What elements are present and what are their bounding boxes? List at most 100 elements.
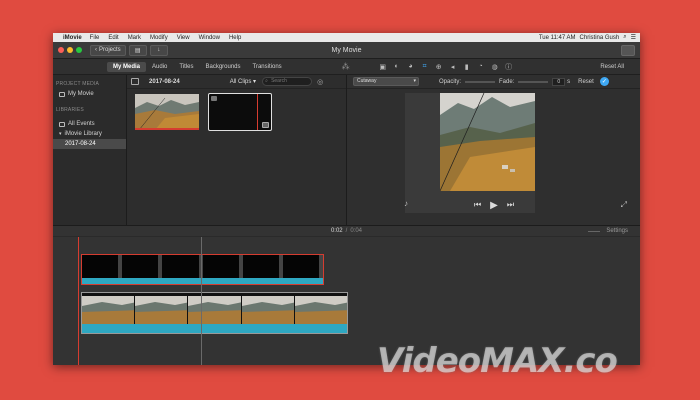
clip-frame: [162, 255, 203, 279]
zoom-window-button[interactable]: [76, 47, 82, 53]
color-correction-icon[interactable]: ◕: [406, 62, 416, 72]
menu-help[interactable]: Help: [229, 35, 241, 41]
menu-view[interactable]: View: [177, 35, 190, 41]
search-icon: ⌕: [265, 78, 268, 84]
chevron-down-icon: ▾: [253, 79, 257, 85]
close-window-button[interactable]: [58, 47, 64, 53]
apply-checkmark-icon[interactable]: ✓: [599, 77, 609, 86]
skip-back-icon[interactable]: ⏮: [474, 200, 481, 210]
sidebar-item-imovie-library[interactable]: ▾ iMovie Library: [53, 129, 126, 139]
play-icon[interactable]: ▶: [490, 200, 498, 211]
menu-window[interactable]: Window: [199, 35, 220, 41]
opacity-slider[interactable]: [465, 80, 496, 83]
tab-audio[interactable]: Audio: [146, 62, 173, 72]
fade-slider[interactable]: [518, 80, 549, 83]
clip-frame: [82, 255, 123, 279]
spotlight-icon[interactable]: ⌕: [623, 34, 626, 41]
overlay-mode-select[interactable]: Cutaway: [353, 77, 419, 86]
search-input[interactable]: ⌕ Search: [262, 77, 313, 86]
menubar-status: Tue 11:47 AM Christina Gush ⌕ ☰: [539, 34, 636, 41]
speed-icon[interactable]: ◔: [476, 62, 486, 72]
libraries-sidebar: PROJECT MEDIA My Movie LIBRARIES All Eve…: [53, 75, 127, 225]
film-icon: [59, 91, 65, 97]
sidebar-item-label: All Events: [68, 121, 95, 127]
download-arrow-icon: ↓: [157, 47, 161, 53]
menu-file[interactable]: File: [90, 35, 100, 41]
timeline-playhead[interactable]: [78, 237, 79, 365]
tab-my-media[interactable]: My Media: [107, 61, 147, 72]
minimize-window-button[interactable]: [67, 47, 73, 53]
video-overlay-icon[interactable]: ▣: [378, 62, 388, 72]
tab-transitions[interactable]: Transitions: [247, 62, 288, 72]
reset-all-button[interactable]: Reset All: [600, 64, 624, 70]
magic-wand-icon[interactable]: ⁂: [342, 62, 350, 71]
tab-backgrounds[interactable]: Backgrounds: [200, 62, 247, 72]
clip-filter-dropdown[interactable]: All Clips ▾: [230, 78, 256, 85]
clip-corner-icon: [262, 122, 269, 128]
sidebar-item-label: 2017-08-24: [65, 141, 96, 147]
landscape-thumbnail: [135, 94, 199, 128]
media-view-button[interactable]: ▤: [128, 44, 147, 56]
volume-icon[interactable]: ◂: [448, 62, 458, 72]
browser-tabs: My Media Audio Titles Backgrounds Transi…: [107, 61, 288, 72]
opacity-label: Opacity:: [439, 78, 462, 85]
sidebar-item-label: iMovie Library: [64, 131, 102, 137]
menu-app-name[interactable]: iMovie: [63, 35, 82, 41]
menubar-user[interactable]: Christina Gush: [580, 35, 620, 41]
fade-label: Fade:: [499, 78, 515, 85]
share-button[interactable]: [621, 44, 635, 56]
clip-filter-icon[interactable]: ◍: [490, 62, 500, 72]
fade-value-field[interactable]: 0: [552, 77, 566, 86]
imovie-window: iMovie File Edit Mark Modify View Window…: [53, 33, 640, 365]
reset-button[interactable]: Reset: [578, 79, 594, 85]
disclosure-triangle-icon[interactable]: ▾: [59, 131, 62, 137]
timeline-duration: 0:04: [350, 228, 363, 234]
clip-filter-label: All Clips: [229, 79, 252, 85]
menu-edit[interactable]: Edit: [108, 35, 118, 41]
projects-button[interactable]: ‹ Projects: [90, 44, 126, 56]
notification-list-icon[interactable]: ☰: [631, 34, 636, 41]
menu-mark[interactable]: Mark: [128, 35, 141, 41]
menu-modify[interactable]: Modify: [150, 35, 168, 41]
media-browser: 2017-08-24 All Clips ▾ ⌕ Search ◎: [127, 75, 346, 225]
main-clip-frames: [82, 296, 347, 324]
toolbar: My Media Audio Titles Backgrounds Transi…: [53, 59, 640, 75]
main-audio-waveform: [82, 324, 347, 333]
tab-titles[interactable]: Titles: [173, 62, 199, 72]
media-clip-landscape[interactable]: [135, 94, 199, 130]
media-clip-black[interactable]: [208, 93, 272, 131]
viewer-panel: Cutaway Opacity: Fade: 0 s Reset ✓ ♪: [346, 75, 640, 225]
sidebar-item-my-movie[interactable]: My Movie: [53, 89, 126, 99]
projects-button-label: Projects: [99, 47, 121, 53]
clip-frame: [202, 255, 243, 279]
cutaway-audio-waveform: [82, 278, 323, 284]
sidebar-item-label: My Movie: [68, 91, 94, 97]
sidebar-toggle-icon[interactable]: [131, 78, 139, 85]
clip-frame: [188, 296, 241, 324]
window-controls: [58, 47, 82, 53]
clip-badge-icon: [211, 96, 217, 101]
menubar-clock[interactable]: Tue 11:47 AM: [539, 35, 576, 41]
info-icon[interactable]: ⓘ: [504, 62, 514, 72]
skip-forward-icon[interactable]: ⏭: [507, 200, 514, 210]
timeline-settings-button[interactable]: Settings: [606, 228, 628, 234]
import-button[interactable]: ↓: [149, 44, 168, 56]
settings-gear-icon[interactable]: ◎: [317, 78, 323, 86]
clip-frame: [242, 255, 283, 279]
cutaway-frames: [82, 255, 324, 279]
clip-frame: [122, 255, 163, 279]
sidebar-item-event-date[interactable]: 2017-08-24: [53, 139, 126, 149]
fullscreen-icon[interactable]: ⤢: [621, 200, 627, 210]
sidebar-item-all-events[interactable]: All Events: [53, 119, 126, 129]
cutaway-clip[interactable]: [81, 254, 324, 285]
preview-landscape-image: [440, 93, 535, 191]
stabilization-icon[interactable]: ⊕: [434, 62, 444, 72]
overlay-settings-bar: Cutaway Opacity: Fade: 0 s Reset ✓: [347, 75, 640, 89]
noise-reduction-icon[interactable]: ▮: [462, 62, 472, 72]
crop-icon[interactable]: ⌗: [420, 62, 430, 72]
main-clip[interactable]: [81, 292, 348, 334]
color-balance-icon[interactable]: ◐: [392, 62, 402, 72]
transport-controls: ⏮ ▶ ⏭: [347, 198, 640, 212]
timeline-zoom-slider[interactable]: [588, 231, 600, 232]
menu-bar: iMovie File Edit Mark Modify View Window…: [53, 33, 640, 42]
